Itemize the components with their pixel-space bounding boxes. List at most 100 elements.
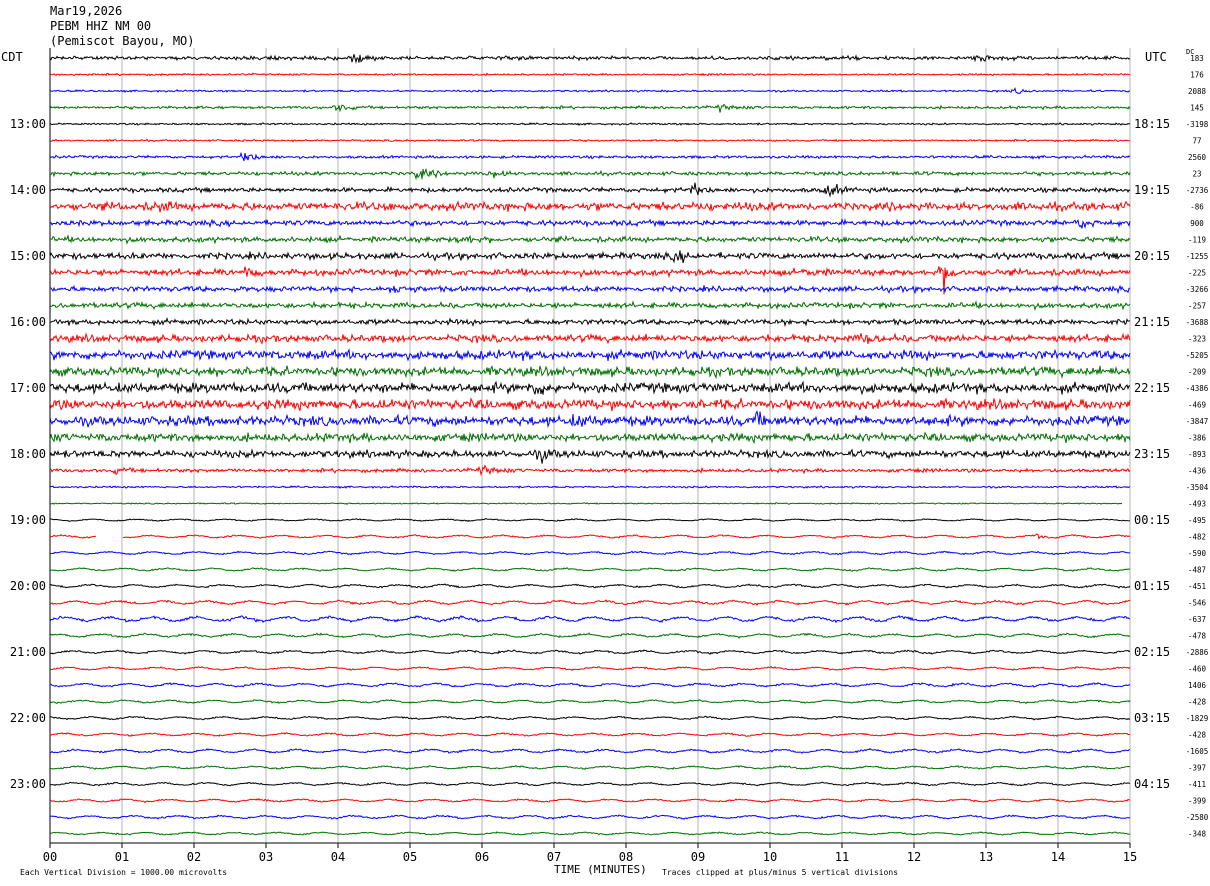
right-hour-label: 04:15 [1134, 777, 1170, 791]
trace-line-24 [49, 448, 1131, 464]
x-tick-label: 15 [1123, 850, 1137, 864]
dc-offset-label: -469 [1188, 401, 1206, 410]
x-tick-label: 02 [187, 850, 201, 864]
x-tick-label: 01 [115, 850, 129, 864]
x-tick-label: 11 [835, 850, 849, 864]
x-tick-label: 08 [619, 850, 633, 864]
dc-offset-label: -323 [1188, 335, 1206, 344]
dc-offset-label: -436 [1188, 467, 1207, 476]
trace-line-44 [49, 781, 1131, 787]
dc-offset-label: -119 [1188, 236, 1206, 245]
left-hour-label: 21:00 [10, 645, 46, 659]
dc-offset-label: -451 [1188, 582, 1206, 591]
x-tick-label: 05 [403, 850, 417, 864]
trace-line-6 [49, 151, 1131, 162]
trace-line-29 [49, 533, 1131, 540]
dc-offset-label: -3847 [1186, 417, 1209, 426]
trace-line-47 [49, 831, 1130, 836]
dc-offset-label: -348 [1188, 830, 1207, 839]
trace-line-39 [49, 698, 1131, 704]
trace-line-35 [49, 632, 1131, 639]
right-hour-label: 03:15 [1134, 711, 1170, 725]
x-tick-label: 07 [547, 850, 561, 864]
dc-offset-label: -386 [1188, 434, 1207, 443]
trace-line-7 [49, 167, 1131, 181]
left-hour-label: 23:00 [10, 777, 46, 791]
trace-line-36 [49, 649, 1131, 656]
x-tick-label: 04 [331, 850, 345, 864]
trace-line-41 [50, 731, 1131, 738]
trace-line-18 [49, 348, 1131, 362]
helicorder-plot: 00 01 02 03 04 05 06 07 08 09 10 11 12 13 14 15 183 176 20… [10, 48, 1209, 864]
dc-offset-label: -3266 [1186, 285, 1209, 294]
x-tick-label: 13 [979, 850, 993, 864]
dc-offset-label: -3504 [1186, 483, 1209, 492]
right-hour-label: 22:15 [1134, 381, 1170, 395]
left-hour-label: 17:00 [10, 381, 46, 395]
trace-line-16 [49, 316, 1131, 328]
trace-line-42 [49, 747, 1131, 754]
trace-line-3 [49, 103, 1131, 113]
trace-line-46 [49, 814, 1131, 820]
dc-offset-label: -86 [1190, 203, 1204, 212]
dc-offset-label: -546 [1188, 599, 1207, 608]
trace-line-8 [49, 182, 1131, 198]
dc-offset-label: 77 [1192, 137, 1201, 146]
dc-offset-label: 176 [1190, 71, 1204, 80]
dc-offset-label: -487 [1188, 566, 1206, 575]
x-tick-label: 10 [763, 850, 777, 864]
right-hour-label: 00:15 [1134, 513, 1170, 527]
dc-offset-label: -428 [1188, 698, 1207, 707]
right-hour-label: 01:15 [1134, 579, 1170, 593]
dc-offset-label: -460 [1188, 665, 1207, 674]
right-hour-label: 21:15 [1134, 315, 1170, 329]
trace-line-10 [49, 217, 1131, 230]
dc-offset-label: -590 [1188, 549, 1207, 558]
trace-line-14 [49, 284, 1131, 295]
trace-line-15 [49, 300, 1131, 311]
right-hour-label: 23:15 [1134, 447, 1170, 461]
dc-offset-label: -482 [1188, 533, 1206, 542]
dc-offset-label: 2088 [1188, 87, 1207, 96]
trace-line-4 [49, 122, 1131, 126]
dc-offset-label: -5205 [1186, 351, 1209, 360]
trace-line-34 [49, 614, 1131, 624]
trace-line-21 [49, 397, 1131, 412]
dc-offset-label: -257 [1188, 302, 1206, 311]
dc-offset-label: -478 [1188, 632, 1207, 641]
left-hour-label: 20:00 [10, 579, 46, 593]
left-hour-label: 19:00 [10, 513, 46, 527]
dc-offset-label: -4386 [1186, 384, 1209, 393]
dc-offset-label: -428 [1188, 731, 1207, 740]
left-hour-label: 18:00 [10, 447, 46, 461]
trace-line-5 [49, 138, 1131, 143]
right-hour-label: 20:15 [1134, 249, 1170, 263]
x-tick-label: 12 [907, 850, 921, 864]
dc-offset-label: 23 [1192, 170, 1201, 179]
dc-offset-label: 2560 [1188, 153, 1207, 162]
trace-line-0 [49, 54, 1131, 64]
dc-offset-label: -225 [1188, 269, 1206, 278]
trace-line-27 [49, 501, 1123, 505]
dc-offset-label: -495 [1188, 516, 1206, 525]
trace-line-2 [49, 87, 1131, 94]
left-hour-label: 13:00 [10, 117, 46, 131]
dc-offset-label: -893 [1188, 450, 1206, 459]
trace-line-12 [49, 250, 1131, 264]
trace-line-25 [49, 464, 1131, 477]
trace-line-37 [49, 665, 1131, 671]
trace-line-40 [49, 715, 1131, 721]
trace-line-45 [49, 798, 1131, 804]
dc-offset-label: 900 [1190, 219, 1204, 228]
trace-line-22 [49, 410, 1131, 429]
dc-offset-label: -397 [1188, 764, 1206, 773]
right-hour-label: 02:15 [1134, 645, 1170, 659]
trace-line-17 [49, 332, 1131, 345]
dc-offset-label: -3688 [1186, 318, 1209, 327]
right-hour-label: 18:15 [1134, 117, 1170, 131]
x-tick-label: 06 [475, 850, 489, 864]
left-hour-label: 15:00 [10, 249, 46, 263]
x-tick-label: 09 [691, 850, 705, 864]
left-hour-label: 16:00 [10, 315, 46, 329]
trace-line-38 [49, 682, 1131, 688]
